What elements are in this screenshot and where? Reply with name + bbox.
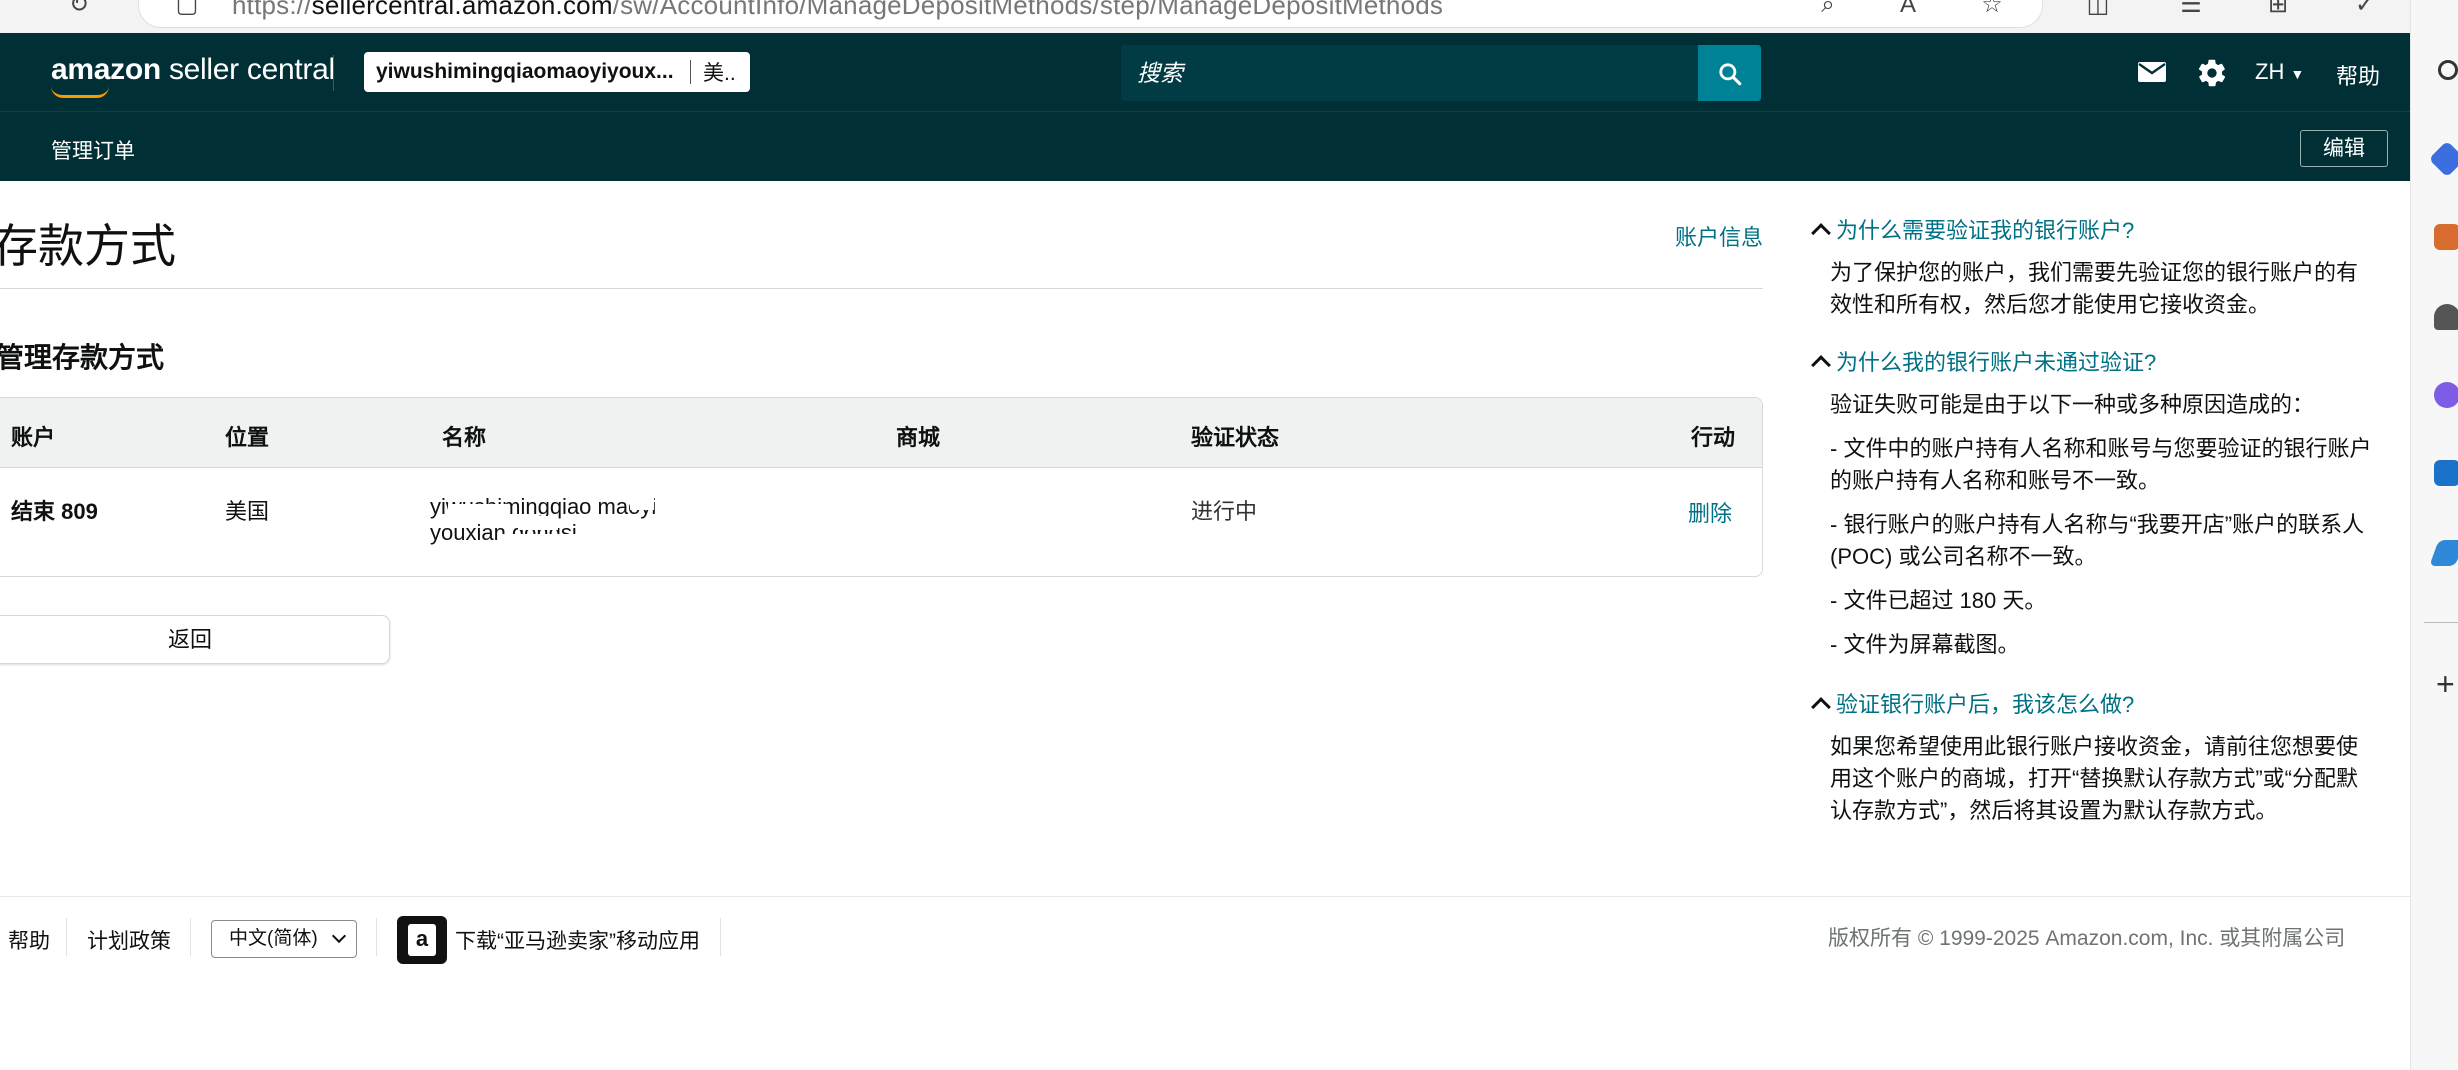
search-page-icon[interactable]: ⌕ — [1813, 0, 1843, 20]
section-title: 管理存款方式 — [0, 342, 165, 373]
page-title: 存款方式 — [0, 220, 176, 272]
row-name-redacted: yiwushimingqiao maoyi youxian gongsi — [430, 494, 720, 558]
faq-answer: 为了保护您的账户，我们需要先验证您的银行账户的有效性和所有权，然后您才能使用它接… — [1830, 260, 2359, 317]
footer-separator — [376, 918, 377, 956]
faq-question[interactable]: 为什么我的银行账户未通过验证? — [1811, 345, 2372, 377]
amazon-smile-icon — [51, 86, 109, 98]
faq-question[interactable]: 验证银行账户后，我该怎么做? — [1811, 687, 2372, 719]
footer-separator — [66, 918, 67, 956]
title-divider — [0, 288, 1763, 289]
side-person-icon[interactable] — [2434, 304, 2458, 330]
faq-answer: 验证失败可能是由于以下一种或多种原因造成的： - 文件中的账户持有人名称和账号与… — [1830, 392, 2372, 657]
caret-down-icon: ▼ — [2290, 66, 2305, 82]
faq-question[interactable]: 为什么需要验证我的银行账户? — [1811, 213, 2372, 245]
footer-separator — [720, 918, 721, 956]
edit-nav-button[interactable]: 编辑 — [2300, 130, 2388, 167]
col-account: 账户 — [11, 425, 56, 450]
side-outlook-icon[interactable] — [2434, 460, 2458, 486]
side-add-icon[interactable]: + — [2436, 666, 2455, 703]
footer-help-link[interactable]: 帮助 — [8, 925, 50, 955]
help-link[interactable]: 帮助 — [2336, 59, 2380, 91]
top-navigation: amazon seller central yiwushimingqiaomao… — [0, 33, 2410, 111]
col-location: 位置 — [225, 425, 270, 450]
faq-item: 为什么我的银行账户未通过验证? 验证失败可能是由于以下一种或多种原因造成的： -… — [1811, 345, 2372, 673]
deposit-methods-table: 账户 位置 名称 商城 验证状态 行动 结束 809 美国 yiwushimin… — [0, 397, 1763, 577]
side-search-icon[interactable] — [2438, 60, 2458, 80]
row-status: 进行中 — [1191, 499, 1258, 524]
back-button[interactable]: 返回 — [0, 615, 390, 664]
footer-divider — [0, 896, 2410, 897]
faq-answer: 如果您希望使用此银行账户接收资金，请前往您想要使用这个账户的商城，打开“替换默认… — [1830, 734, 2359, 823]
account-info-link[interactable]: 账户信息 — [1675, 220, 1763, 252]
gear-icon[interactable] — [2196, 57, 2228, 89]
table-header: 账户 位置 名称 商城 验证状态 行动 — [0, 398, 1762, 468]
col-name: 名称 — [442, 425, 487, 450]
collections-icon[interactable]: ⊞ — [2263, 0, 2293, 20]
caret-up-icon — [1811, 697, 1831, 717]
row-location: 美国 — [225, 499, 270, 524]
search-icon — [1719, 63, 1742, 86]
search-button[interactable] — [1698, 45, 1761, 101]
account-name: yiwushimingqiaomaoyiyoux... — [376, 60, 674, 83]
footer-separator — [190, 918, 191, 956]
mail-icon[interactable] — [2137, 59, 2167, 85]
nav-divider — [333, 55, 334, 91]
col-action: 行动 — [1691, 425, 1736, 450]
faq-item: 为什么需要验证我的银行账户? 为了保护您的账户，我们需要先验证您的银行账户的有效… — [1811, 213, 2372, 333]
col-marketplace: 商城 — [896, 425, 941, 450]
copyright-text: 版权所有 © 1999-2025 Amazon.com, Inc. 或其附属公司 — [1828, 927, 2346, 950]
side-m365-icon[interactable] — [2434, 382, 2458, 408]
side-divider — [2424, 622, 2458, 623]
split-screen-icon[interactable]: ◫ — [2083, 0, 2113, 20]
seller-app-icon[interactable]: a — [397, 916, 447, 964]
favorite-icon[interactable]: ☆ — [1977, 0, 2007, 20]
account-separator — [690, 60, 691, 84]
delete-link[interactable]: 删除 — [1688, 496, 1732, 528]
account-marketplace: 美.. — [703, 62, 736, 85]
account-switcher[interactable]: yiwushimingqiaomaoyiyoux... 美.. — [364, 52, 750, 92]
extensions-icon[interactable]: ✓ — [2350, 0, 2380, 20]
site-info-icon[interactable]: ▢ — [172, 0, 202, 20]
col-verification-status: 验证状态 — [1191, 425, 1280, 450]
language-selector[interactable]: ZH ▼ — [2255, 59, 2304, 85]
sub-navigation: 管理订单 编辑 — [0, 111, 2410, 181]
caret-up-icon — [1811, 355, 1831, 375]
nav-manage-orders[interactable]: 管理订单 — [51, 135, 135, 165]
faq-item: 验证银行账户后，我该怎么做? 如果您希望使用此银行账户接收资金，请前往您想要使用… — [1811, 687, 2372, 839]
seller-central-logo[interactable]: amazon seller central — [51, 53, 335, 87]
favorites-list-icon[interactable]: ☰ — [2176, 0, 2206, 20]
app-download-link[interactable]: 下载“亚马逊卖家”移动应用 — [455, 925, 700, 955]
side-tools-icon[interactable] — [2434, 224, 2458, 250]
browser-toolbar: ↻ ▢ https://sellercentral.amazon.com/sw/… — [0, 0, 2410, 33]
chevron-down-icon — [331, 928, 347, 944]
reload-icon[interactable]: ↻ — [64, 0, 94, 20]
caret-up-icon — [1811, 223, 1831, 243]
search-input[interactable]: 搜索 — [1121, 45, 1698, 101]
address-bar-url[interactable]: https://sellercentral.amazon.com/sw/Acco… — [232, 0, 1443, 21]
read-aloud-icon[interactable]: A — [1893, 0, 1923, 20]
row-account: 结束 809 — [11, 499, 98, 524]
footer-policy-link[interactable]: 计划政策 — [87, 925, 171, 955]
footer-language-select[interactable]: 中文(简体) — [211, 920, 357, 958]
